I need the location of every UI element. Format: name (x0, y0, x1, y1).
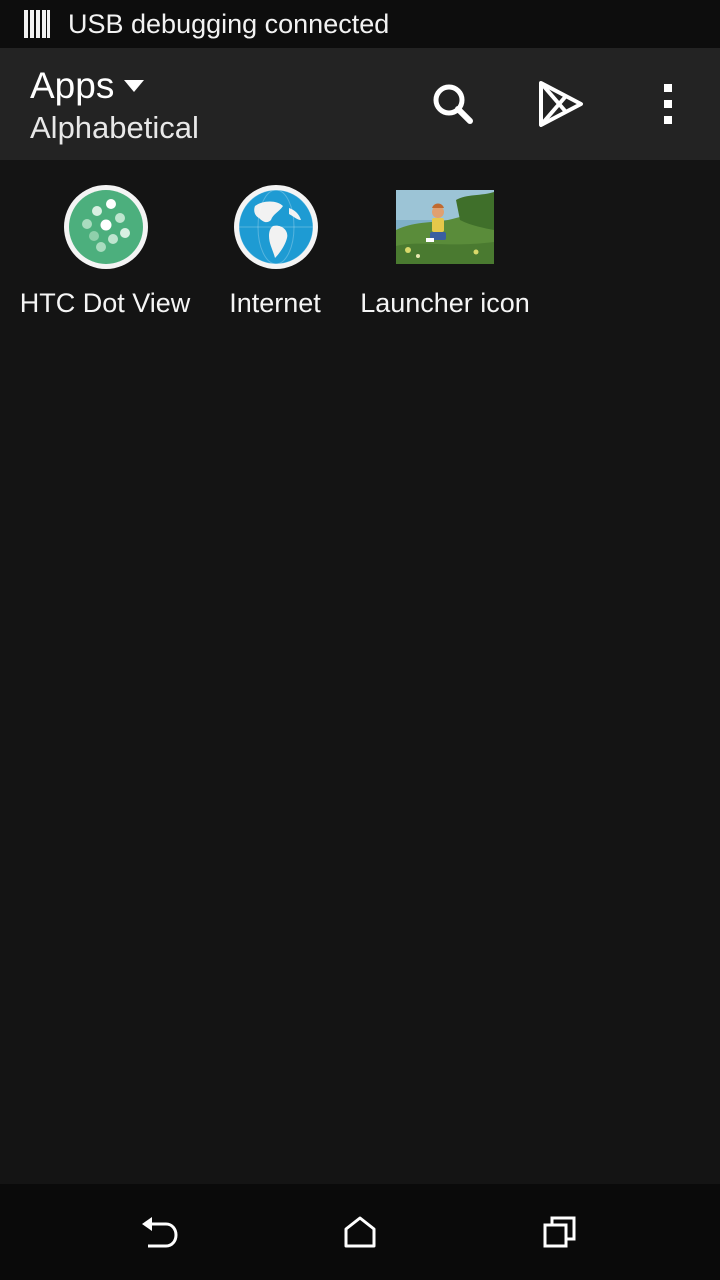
home-icon (344, 1216, 376, 1248)
search-icon (433, 84, 473, 124)
back-button[interactable] (136, 1208, 184, 1256)
navigation-bar (0, 1184, 720, 1280)
recent-apps-button[interactable] (536, 1208, 584, 1256)
back-icon (142, 1217, 178, 1248)
picture-thumbnail-icon (396, 190, 494, 264)
app-tile-launcher-icon[interactable]: Launcher icon (360, 184, 530, 324)
status-bar: USB debugging connected (0, 0, 720, 48)
sort-mode-label: Alphabetical (30, 110, 199, 145)
app-tile-internet[interactable]: Internet (190, 184, 360, 324)
status-notification-text: USB debugging connected (68, 9, 390, 39)
app-tile-htc-dot-view[interactable]: HTC Dot View (20, 184, 190, 324)
overflow-menu-icon (664, 84, 672, 124)
apps-view-selector[interactable]: Apps (30, 64, 145, 108)
htc-dot-view-icon (63, 184, 149, 270)
dropdown-arrow-icon (124, 80, 145, 92)
play-store-button[interactable] (533, 76, 589, 132)
page-title: Apps (30, 65, 115, 106)
play-store-icon (539, 81, 583, 127)
overflow-menu-button[interactable] (640, 76, 696, 132)
recent-apps-icon (543, 1216, 576, 1248)
home-button[interactable] (336, 1208, 384, 1256)
app-label: Launcher icon (360, 288, 530, 318)
search-button[interactable] (425, 76, 481, 132)
usb-debugging-icon (24, 10, 50, 38)
globe-icon (233, 184, 319, 270)
app-bar: Apps Alphabetical (0, 48, 720, 160)
